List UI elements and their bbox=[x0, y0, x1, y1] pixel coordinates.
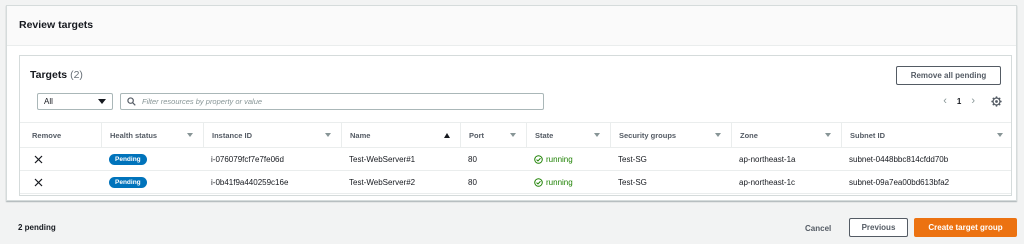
create-target-group-button[interactable]: Create target group bbox=[914, 218, 1017, 237]
name-cell: Test-WebServer#2 bbox=[349, 177, 416, 187]
col-header-port[interactable]: Port bbox=[460, 123, 526, 147]
pagination: ‹ 1 › bbox=[943, 96, 975, 107]
col-header-remove: Remove bbox=[32, 130, 62, 140]
review-targets-header: Review targets bbox=[7, 6, 1016, 46]
search-placeholder: Filter resources by property or value bbox=[142, 97, 263, 106]
cancel-button[interactable]: Cancel bbox=[805, 224, 831, 233]
check-circle-icon bbox=[534, 177, 543, 187]
sort-ascending-icon bbox=[444, 133, 450, 138]
state-cell: running bbox=[526, 148, 573, 170]
subnet-id-cell: subnet-09a7ea00bd613bfa2 bbox=[849, 177, 950, 187]
table-header-row: Remove Health status Instance ID Name Po… bbox=[20, 122, 1011, 148]
col-header-zone[interactable]: Zone bbox=[731, 123, 841, 147]
chevron-left-icon[interactable]: ‹ bbox=[943, 96, 947, 107]
col-header-subnet-id[interactable]: Subnet ID bbox=[841, 123, 1013, 147]
health-status-cell: Pending bbox=[101, 148, 147, 170]
security-group-cell: Test-SG bbox=[618, 177, 647, 187]
check-circle-icon bbox=[534, 154, 543, 164]
targets-heading: Targets (2) bbox=[30, 69, 83, 81]
table-row: Pending i-076079fcf7e7fe06d Test-WebServ… bbox=[20, 148, 1011, 171]
sort-icon bbox=[187, 133, 193, 137]
previous-button[interactable]: Previous bbox=[849, 218, 908, 237]
col-header-name[interactable]: Name bbox=[341, 123, 460, 147]
review-targets-panel: Review targets Targets (2) Remove all pe… bbox=[6, 5, 1017, 201]
remove-all-pending-button[interactable]: Remove all pending bbox=[896, 66, 1001, 85]
targets-count: (2) bbox=[70, 69, 83, 81]
security-group-cell: Test-SG bbox=[618, 154, 647, 164]
pending-count-text: 2 pending bbox=[18, 223, 56, 232]
close-icon[interactable] bbox=[34, 178, 43, 187]
targets-title: Targets bbox=[30, 69, 68, 81]
table-row: Pending i-0b41f9a440259c16e Test-WebServ… bbox=[20, 171, 1011, 194]
instance-id-cell: i-0b41f9a440259c16e bbox=[211, 177, 289, 187]
col-header-state[interactable]: State bbox=[526, 123, 610, 147]
chevron-right-icon[interactable]: › bbox=[971, 96, 975, 107]
search-icon bbox=[127, 97, 136, 106]
sort-icon bbox=[594, 133, 600, 137]
state-cell: running bbox=[526, 171, 573, 193]
sort-icon bbox=[825, 133, 831, 137]
zone-cell: ap-northeast-1c bbox=[739, 177, 796, 187]
filter-property-select[interactable]: All bbox=[37, 93, 113, 110]
instance-id-cell: i-076079fcf7e7fe06d bbox=[211, 154, 284, 164]
status-badge: Pending bbox=[109, 176, 147, 188]
port-cell: 80 bbox=[468, 177, 477, 187]
state-label: running bbox=[546, 177, 573, 187]
targets-table-panel: Targets (2) Remove all pending All Filte… bbox=[19, 55, 1012, 196]
close-icon[interactable] bbox=[34, 155, 43, 164]
name-cell: Test-WebServer#1 bbox=[349, 154, 416, 164]
gear-icon[interactable] bbox=[991, 96, 1002, 107]
search-input[interactable]: Filter resources by property or value bbox=[120, 93, 544, 110]
subnet-id-cell: subnet-0448bbc814cfdd70b bbox=[849, 154, 949, 164]
status-badge: Pending bbox=[109, 153, 147, 165]
state-label: running bbox=[546, 154, 573, 164]
sort-icon bbox=[715, 133, 721, 137]
sort-icon bbox=[997, 133, 1003, 137]
col-header-health-status[interactable]: Health status bbox=[101, 123, 203, 147]
col-header-instance-id[interactable]: Instance ID bbox=[203, 123, 341, 147]
caret-down-icon bbox=[98, 99, 106, 104]
zone-cell: ap-northeast-1a bbox=[739, 154, 796, 164]
sort-icon bbox=[510, 133, 516, 137]
review-targets-title: Review targets bbox=[19, 19, 94, 31]
filter-select-value: All bbox=[44, 97, 53, 106]
col-header-security-groups[interactable]: Security groups bbox=[610, 123, 731, 147]
port-cell: 80 bbox=[468, 154, 477, 164]
sort-icon bbox=[325, 133, 331, 137]
page-number[interactable]: 1 bbox=[957, 97, 961, 106]
health-status-cell: Pending bbox=[101, 171, 147, 193]
